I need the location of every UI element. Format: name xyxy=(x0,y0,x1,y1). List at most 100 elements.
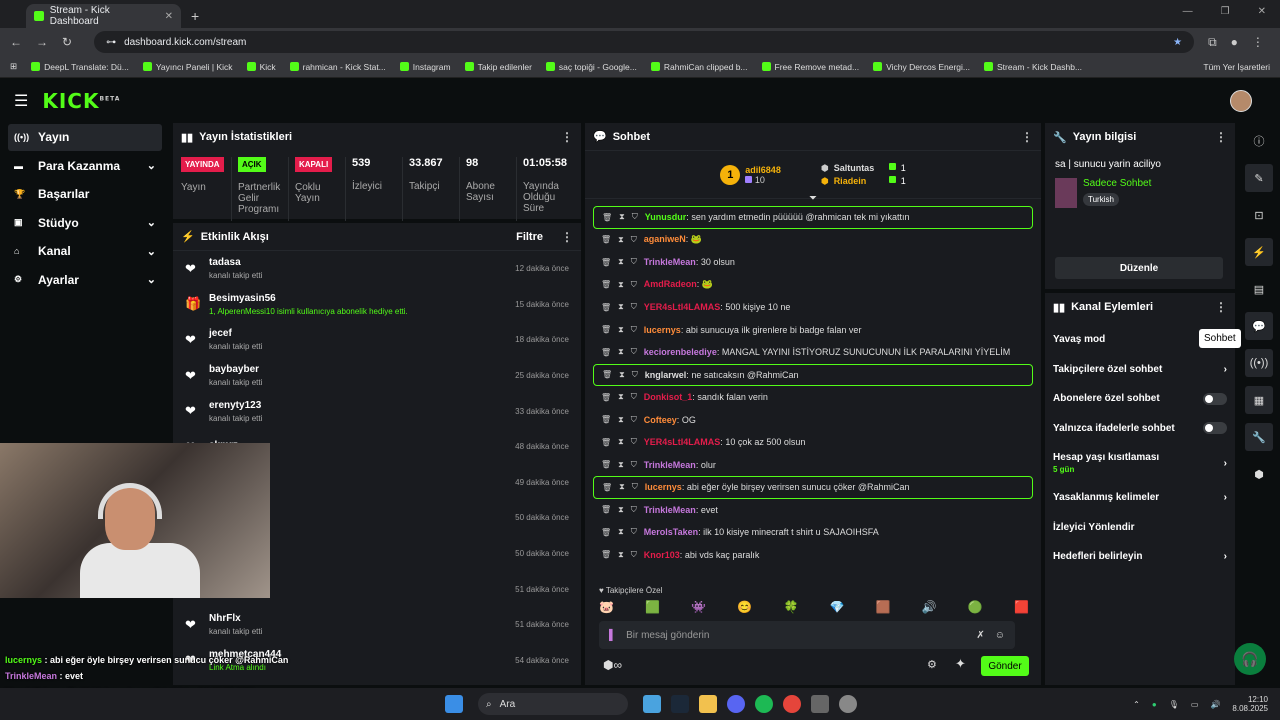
ban-icon[interactable]: ⛉ xyxy=(631,302,637,312)
activity-item[interactable]: ❤ NhrFlx kanalı takip etti 51 dakika önce xyxy=(173,607,581,643)
bookmark-item[interactable]: rahmican - Kick Stat... xyxy=(289,62,386,72)
sidebar-item-2[interactable]: 🏆 Başarılar xyxy=(8,181,162,208)
maximize-icon[interactable]: ❐ xyxy=(1221,6,1230,17)
ban-icon[interactable]: ⛉ xyxy=(631,550,637,560)
rail-button-icon[interactable]: ▤ xyxy=(1245,275,1273,303)
kick-logo[interactable]: KICKBETA xyxy=(42,89,120,113)
top-gifter[interactable]: 1 adil6848 10 xyxy=(720,164,781,185)
chat-username[interactable]: keciorenbelediye xyxy=(644,347,717,357)
activity-item[interactable]: ❤ baybayber kanalı takip etti 25 dakika önc… xyxy=(173,358,581,394)
chat-message[interactable]: 🗑 ⧗ ⛉ TrinkleMean: 30 olsun xyxy=(585,251,1041,274)
chat-message[interactable]: 🗑 ⧗ ⛉ YER4sLtI4LAMAS: 10 çok az 500 olsun xyxy=(585,431,1041,454)
obs-icon[interactable] xyxy=(839,695,857,713)
clock-date[interactable]: 8.08.2025 xyxy=(1232,704,1268,713)
delete-icon[interactable]: 🗑 xyxy=(601,438,611,447)
timeout-icon[interactable]: ⧗ xyxy=(618,527,624,537)
delete-icon[interactable]: 🗑 xyxy=(601,505,611,514)
profile-icon[interactable]: ● xyxy=(1231,35,1238,49)
gifter-entry[interactable]: ⬢ Riadein 1 xyxy=(821,175,906,187)
emote-icon[interactable]: 🟫 xyxy=(876,600,891,614)
activity-username[interactable]: tadasa xyxy=(209,257,262,268)
delete-icon[interactable]: 🗑 xyxy=(601,550,611,559)
activity-username[interactable]: Besimyasin56 xyxy=(209,293,408,304)
bookmark-star-icon[interactable]: ★ xyxy=(1173,37,1182,48)
chat-username[interactable]: Yunusdur xyxy=(645,212,687,222)
browser-tab[interactable]: Stream - Kick Dashboard ✕ xyxy=(26,4,181,28)
emote-icon[interactable]: 🍀 xyxy=(783,600,798,614)
chevron-right-icon[interactable]: › xyxy=(1224,458,1227,469)
rail-button-icon[interactable]: 🔧 xyxy=(1245,423,1273,451)
timeout-icon[interactable]: ⧗ xyxy=(618,325,624,335)
sidebar-item-1[interactable]: ▬ Para Kazanma ⌄ xyxy=(8,153,162,180)
bookmark-item[interactable]: DeepL Translate: Dü... xyxy=(31,62,129,72)
browser-menu-icon[interactable]: ⋮ xyxy=(1252,35,1264,49)
activity-username[interactable]: jecef xyxy=(209,328,262,339)
timeout-icon[interactable]: ⧗ xyxy=(618,415,624,425)
taskbar-app-icon[interactable] xyxy=(811,695,829,713)
ban-icon[interactable]: ⛉ xyxy=(631,437,637,447)
emote-icon[interactable]: 😊 xyxy=(737,600,752,614)
chevron-right-icon[interactable]: › xyxy=(1224,364,1227,375)
delete-icon[interactable]: 🗑 xyxy=(601,460,611,469)
discord-icon[interactable] xyxy=(727,695,745,713)
chrome-icon[interactable] xyxy=(783,695,801,713)
stats-menu-icon[interactable]: ⋮ xyxy=(561,130,573,144)
rail-button-icon[interactable]: ⓘ xyxy=(1245,127,1273,155)
emote-icon[interactable]: 🟥 xyxy=(1014,600,1029,614)
emote-icon[interactable]: 🐷 xyxy=(599,600,614,614)
new-tab-button[interactable]: + xyxy=(191,4,199,28)
collapse-icon[interactable]: ⏷ xyxy=(585,193,1041,204)
toggle-switch[interactable] xyxy=(1203,422,1227,435)
rail-button-icon[interactable]: ▦ xyxy=(1245,386,1273,414)
ban-icon[interactable]: ⛉ xyxy=(631,505,637,515)
timeout-icon[interactable]: ⧗ xyxy=(619,370,625,380)
ban-icon[interactable]: ⛉ xyxy=(631,280,637,290)
sidebar-item-3[interactable]: ▣ Stüdyo ⌄ xyxy=(8,210,162,237)
taskbar-search[interactable]: ⌕ Ara xyxy=(478,693,628,715)
tray-status-icon[interactable]: ● xyxy=(1152,700,1157,709)
chat-username[interactable]: TrinkleMean xyxy=(644,460,696,470)
delete-icon[interactable]: 🗑 xyxy=(602,483,612,492)
delete-icon[interactable]: 🗑 xyxy=(601,393,611,402)
bookmark-item[interactable]: Yayıncı Paneli | Kick xyxy=(142,62,233,72)
activity-username[interactable]: baybayber xyxy=(209,364,262,375)
support-headset-icon[interactable]: 🎧 xyxy=(1234,643,1266,675)
ban-icon[interactable]: ⛉ xyxy=(631,257,637,267)
bookmark-item[interactable]: Kick xyxy=(246,62,276,72)
emote-icon[interactable]: 🔊 xyxy=(922,600,937,614)
mic-tray-icon[interactable]: 🎙 xyxy=(1169,700,1179,709)
delete-icon[interactable]: 🗑 xyxy=(601,303,611,312)
reload-icon[interactable]: ↻ xyxy=(62,35,72,49)
network-icon[interactable]: ▭ xyxy=(1191,700,1199,709)
close-window-icon[interactable]: ✕ xyxy=(1258,6,1266,17)
category-link[interactable]: Sadece Sohbet xyxy=(1083,178,1151,189)
bookmark-item[interactable]: Free Remove metad... xyxy=(761,62,859,72)
delete-icon[interactable]: 🗑 xyxy=(601,258,611,267)
activity-item[interactable]: ❤ jecef kanalı takip etti 18 dakika önce xyxy=(173,322,581,358)
emoji-icon[interactable]: ☺ xyxy=(995,630,1005,641)
actions-menu-icon[interactable]: ⋮ xyxy=(1215,300,1227,314)
emote-icon[interactable]: 🟩 xyxy=(645,600,660,614)
bookmark-item[interactable]: saç topiği - Google... xyxy=(545,62,637,72)
emote-icon[interactable]: 🟢 xyxy=(968,600,983,614)
channel-action[interactable]: Yalnızca ifadelerle sohbet xyxy=(1045,414,1235,444)
user-avatar[interactable] xyxy=(1230,90,1252,112)
chat-message[interactable]: 🗑 ⧗ ⛉ Knor103: abi vds kaç paralık xyxy=(585,544,1041,567)
delete-icon[interactable]: 🗑 xyxy=(601,325,611,334)
all-bookmarks[interactable]: Tüm Yer İşaretleri xyxy=(1203,62,1270,72)
chat-username[interactable]: AmdRadeon xyxy=(644,279,697,289)
start-icon[interactable] xyxy=(445,695,463,713)
bookmark-item[interactable]: RahmiCan clipped b... xyxy=(650,62,748,72)
channel-action[interactable]: Abonelere özel sohbet xyxy=(1045,384,1235,414)
rail-button-icon[interactable]: ⬢ xyxy=(1245,460,1273,488)
sidebar-item-0[interactable]: ((•)) Yayın xyxy=(8,124,162,151)
volume-icon[interactable]: 🔊 xyxy=(1210,700,1220,709)
emote-icon[interactable]: 💎 xyxy=(830,600,845,614)
chat-message[interactable]: 🗑 ⧗ ⛉ lucernys: abi sunucuya ilk girenlere … xyxy=(585,319,1041,342)
ban-icon[interactable]: ⛉ xyxy=(631,415,637,425)
rail-button-icon[interactable]: ⊡ xyxy=(1245,201,1273,229)
chat-username[interactable]: aganiweN xyxy=(644,234,686,244)
channel-action[interactable]: Hesap yaşı kısıtlaması 5 gün › xyxy=(1045,443,1235,483)
ban-icon[interactable]: ⛉ xyxy=(631,460,637,470)
chat-message[interactable]: 🗑 ⧗ ⛉ TrinkleMean: olur xyxy=(585,454,1041,477)
